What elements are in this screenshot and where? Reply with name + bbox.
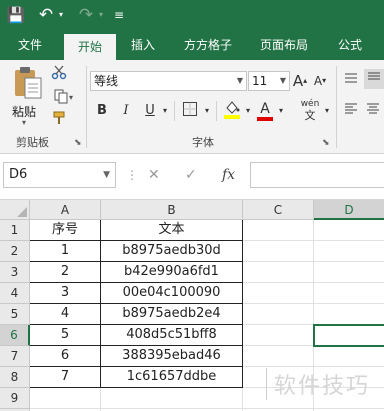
excel-window: 💾 ↶ ▾ ↷ ▾ ≡ 文件 开始 插入 方方格子 页面布局 公式 粘贴 ▾ ▾… [0,0,384,411]
table-cell[interactable]: 文本 [101,220,243,241]
fill-color-icon[interactable] [222,99,242,119]
row-header[interactable]: 3 [0,262,30,283]
tab-home[interactable]: 开始 [64,34,116,60]
tab-page-layout[interactable]: 页面布局 [252,30,316,60]
underline-dropdown-icon[interactable]: ▾ [160,101,170,121]
select-all-corner[interactable] [0,200,30,220]
tab-insert[interactable]: 插入 [120,30,166,60]
group-separator [86,66,87,148]
name-box-value: D6 [9,167,28,182]
fill-color-dropdown-icon[interactable]: ▾ [243,101,253,121]
watermark-bracket [266,368,269,400]
table-cell[interactable]: 1 [30,241,101,262]
font-group-label: 字体 [192,136,214,149]
table-cell[interactable]: 408d5c51bff8 [101,325,243,346]
table-cell[interactable]: 00e04c100090 [101,283,243,304]
copy-icon[interactable]: ▾ [50,88,76,108]
table-cell[interactable]: 序号 [30,220,101,241]
worksheet-grid: A B C D 1 2 3 4 5 6 7 8 9 10 序号 文本 1 b89… [0,200,384,411]
italic-button[interactable]: I [118,101,134,121]
redo-icon[interactable]: ↷ [76,5,96,25]
underline-button[interactable]: U [142,101,158,121]
row-header[interactable]: 9 [0,388,30,409]
format-painter-icon[interactable] [50,110,68,130]
clipboard-group-label: 剪贴板 [16,136,49,149]
align-left-icon[interactable] [342,101,360,121]
table-cell[interactable]: b8975aedb2e4 [101,304,243,325]
table-cell[interactable]: 1c61657ddbe [101,367,243,388]
paste-button[interactable]: 粘贴 ▾ [10,66,46,127]
cut-icon[interactable] [50,64,68,84]
column-header-d[interactable]: D [314,200,384,220]
table-cell[interactable]: 7 [30,367,101,388]
table-cell[interactable]: 3 [30,283,101,304]
paste-icon [15,67,42,99]
ribbon-home: 粘贴 ▾ ▾ 剪贴板 ⬊ 等线 ▼ 11 ▼ A▴ A▾ B I U ▾ ▾ ▾… [0,60,384,154]
formula-bar-splitter[interactable]: ⋮ [126,168,138,182]
empty-cells-rows-9-10[interactable] [30,388,243,411]
font-size-value: 11 [252,74,268,88]
title-bar: 💾 ↶ ▾ ↷ ▾ ≡ [0,0,384,30]
row-header[interactable]: 7 [0,346,30,367]
font-color-dropdown-icon[interactable]: ▾ [276,101,286,121]
table-cell[interactable]: b42e990a6fd1 [101,262,243,283]
font-launcher-icon[interactable]: ⬊ [322,138,330,148]
enter-icon[interactable]: ✓ [185,167,197,183]
name-box[interactable]: D6 ▼ [3,162,116,188]
undo-icon[interactable]: ↶ [36,5,56,25]
grow-font-button[interactable]: A▴ [292,71,308,91]
name-box-dropdown-icon: ▼ [103,170,110,180]
tab-fangfang[interactable]: 方方格子 [176,30,240,60]
divider [174,101,175,121]
row-header[interactable]: 2 [0,241,30,262]
formula-input[interactable] [250,162,384,188]
row-header[interactable]: 5 [0,304,30,325]
column-header-a[interactable]: A [30,200,101,220]
borders-dropdown-icon[interactable]: ▾ [202,101,212,121]
phonetic-guide-button[interactable]: wén 文 [298,99,322,121]
column-header-c[interactable]: C [243,200,314,220]
font-size-dropdown-icon: ▼ [279,76,286,85]
font-name-value: 等线 [94,74,119,88]
selected-cell-d6[interactable] [313,324,384,347]
table-cell[interactable]: 4 [30,304,101,325]
ribbon-tabs: 文件 开始 插入 方方格子 页面布局 公式 [0,30,384,60]
font-size-combo[interactable]: 11 ▼ [248,71,290,91]
watermark-text: 软件技巧 [274,374,371,399]
table-cell[interactable]: 2 [30,262,101,283]
align-middle-icon[interactable] [364,69,384,89]
insert-function-icon[interactable]: fx [222,167,235,183]
table-cell[interactable]: b8975aedb30d [101,241,243,262]
divider [216,101,217,121]
redo-dropdown-icon[interactable]: ▾ [96,5,106,25]
row-header[interactable]: 1 [0,220,30,241]
align-center-icon[interactable] [364,101,382,121]
cancel-icon[interactable]: ✕ [148,167,160,183]
row-header[interactable]: 6 [0,325,30,346]
font-color-button[interactable]: A [256,99,274,121]
clipboard-launcher-icon[interactable]: ⬊ [74,138,82,148]
group-separator [336,66,337,148]
formula-bar: D6 ▼ ⋮ ✕ ✓ fx [0,154,384,200]
undo-dropdown-icon[interactable]: ▾ [56,5,66,25]
phonetic-dropdown-icon[interactable]: ▾ [322,101,332,121]
font-name-combo[interactable]: 等线 ▼ [90,71,247,91]
customize-toolbar-icon[interactable]: ≡ [112,5,126,25]
save-icon[interactable]: 💾 [6,5,26,25]
table-cell[interactable]: 5 [30,325,101,346]
table-cell[interactable]: 6 [30,346,101,367]
tab-formulas[interactable]: 公式 [328,30,372,60]
borders-icon[interactable] [180,101,200,121]
align-top-icon[interactable] [342,71,360,91]
row-header[interactable]: 8 [0,367,30,388]
font-name-dropdown-icon: ▼ [236,76,243,85]
column-header-b[interactable]: B [101,200,243,220]
paste-dropdown-icon: ▾ [22,118,27,127]
shrink-font-button[interactable]: A▾ [312,71,328,91]
tab-file[interactable]: 文件 [6,30,54,60]
font-color-swatch [257,117,273,121]
row-header[interactable]: 4 [0,283,30,304]
bold-button[interactable]: B [94,101,110,121]
table-cell[interactable]: 388395ebad46 [101,346,243,367]
